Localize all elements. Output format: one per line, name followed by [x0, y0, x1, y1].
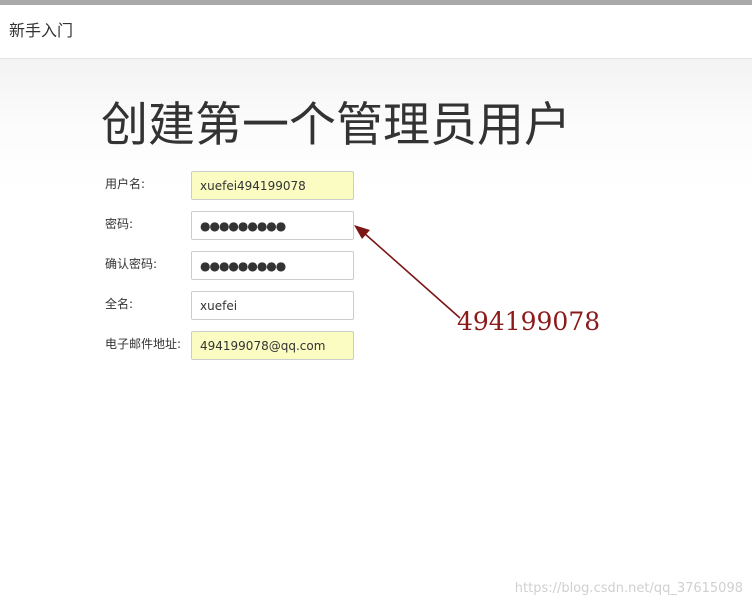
- annotation-text: 494199078: [457, 307, 601, 336]
- password-input[interactable]: [191, 211, 354, 240]
- full-name-input[interactable]: [191, 291, 354, 320]
- username-input[interactable]: [191, 171, 354, 200]
- full-name-label: 全名:: [105, 297, 134, 311]
- email-label: 电子邮件地址:: [105, 337, 182, 351]
- email-input[interactable]: [191, 331, 354, 360]
- password-label: 密码:: [105, 217, 134, 231]
- header-bar: 新手入门: [0, 5, 752, 59]
- confirm-password-input[interactable]: [191, 251, 354, 280]
- confirm-password-label: 确认密码:: [105, 257, 158, 271]
- header-title: 新手入门: [9, 21, 74, 40]
- username-label: 用户名:: [105, 177, 146, 191]
- page-title: 创建第一个管理员用户: [101, 98, 571, 153]
- watermark-text: https://blog.csdn.net/qq_37615098: [514, 581, 743, 596]
